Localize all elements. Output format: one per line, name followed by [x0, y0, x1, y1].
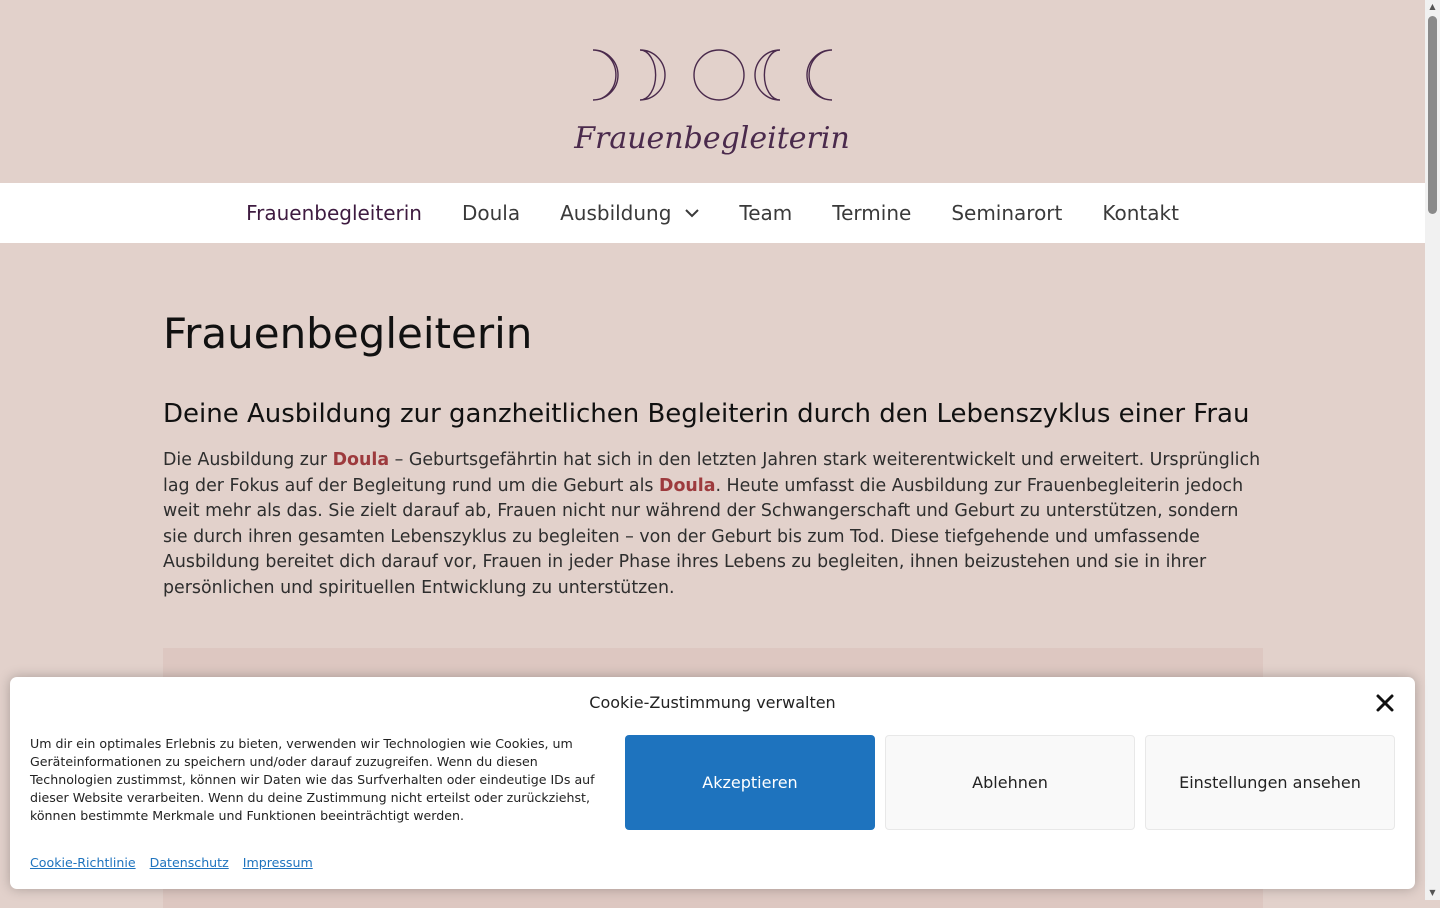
waning-crescent-icon [806, 49, 833, 101]
page-title: Frauenbegleiterin [163, 309, 533, 358]
nav-item-termine[interactable]: Termine [812, 183, 931, 243]
site-logo[interactable]: Frauenbegleiterin [570, 40, 855, 175]
waning-gibbous-icon [754, 49, 781, 101]
site-header: Frauenbegleiterin [0, 0, 1425, 183]
cookie-links: Cookie-Richtlinie Datenschutz Impressum [30, 855, 323, 870]
imprint-link[interactable]: Impressum [243, 855, 313, 870]
nav-item-team[interactable]: Team [719, 183, 812, 243]
logo-text: Frauenbegleiterin [573, 121, 850, 156]
nav-item-ausbildung-label: Ausbildung [560, 201, 672, 225]
chevron-down-icon[interactable] [685, 208, 700, 218]
intro-paragraph: Die Ausbildung zur Doula – Geburtsgefähr… [163, 448, 1263, 602]
nav-item-doula[interactable]: Doula [442, 183, 540, 243]
main-navigation: Frauenbegleiterin Doula Ausbildung Team … [0, 183, 1425, 243]
scrollbar-thumb[interactable] [1428, 16, 1437, 214]
waxing-crescent-icon [592, 49, 619, 101]
close-icon[interactable] [1373, 691, 1397, 715]
scroll-up-icon[interactable]: ▲ [1425, 0, 1440, 14]
nav-item-kontakt[interactable]: Kontakt [1082, 183, 1199, 243]
deny-button[interactable]: Ablehnen [885, 735, 1135, 830]
nav-item-seminarort[interactable]: Seminarort [931, 183, 1082, 243]
cookie-consent-banner: Cookie-Zustimmung verwalten Um dir ein o… [10, 677, 1415, 889]
full-moon-icon [693, 49, 745, 101]
cookie-title: Cookie-Zustimmung verwalten [589, 693, 836, 712]
accept-button[interactable]: Akzeptieren [625, 735, 875, 830]
doula-link-2[interactable]: Doula [659, 476, 715, 496]
cookie-description: Um dir ein optimales Erlebnis zu bieten,… [30, 736, 595, 823]
view-settings-button[interactable]: Einstellungen ansehen [1145, 735, 1395, 830]
page-subtitle: Deine Ausbildung zur ganzheitlichen Begl… [163, 399, 1250, 429]
intro-text-1: Die Ausbildung zur [163, 450, 333, 470]
nav-item-frauenbegleiterin[interactable]: Frauenbegleiterin [226, 183, 442, 243]
scroll-down-icon[interactable]: ▼ [1425, 886, 1440, 900]
privacy-link[interactable]: Datenschutz [150, 855, 229, 870]
page-scrollbar[interactable]: ▲ ▼ [1425, 0, 1440, 900]
doula-link-1[interactable]: Doula [333, 450, 389, 470]
waxing-gibbous-icon [639, 49, 666, 101]
nav-item-ausbildung[interactable]: Ausbildung [540, 183, 719, 243]
cookie-policy-link[interactable]: Cookie-Richtlinie [30, 855, 136, 870]
